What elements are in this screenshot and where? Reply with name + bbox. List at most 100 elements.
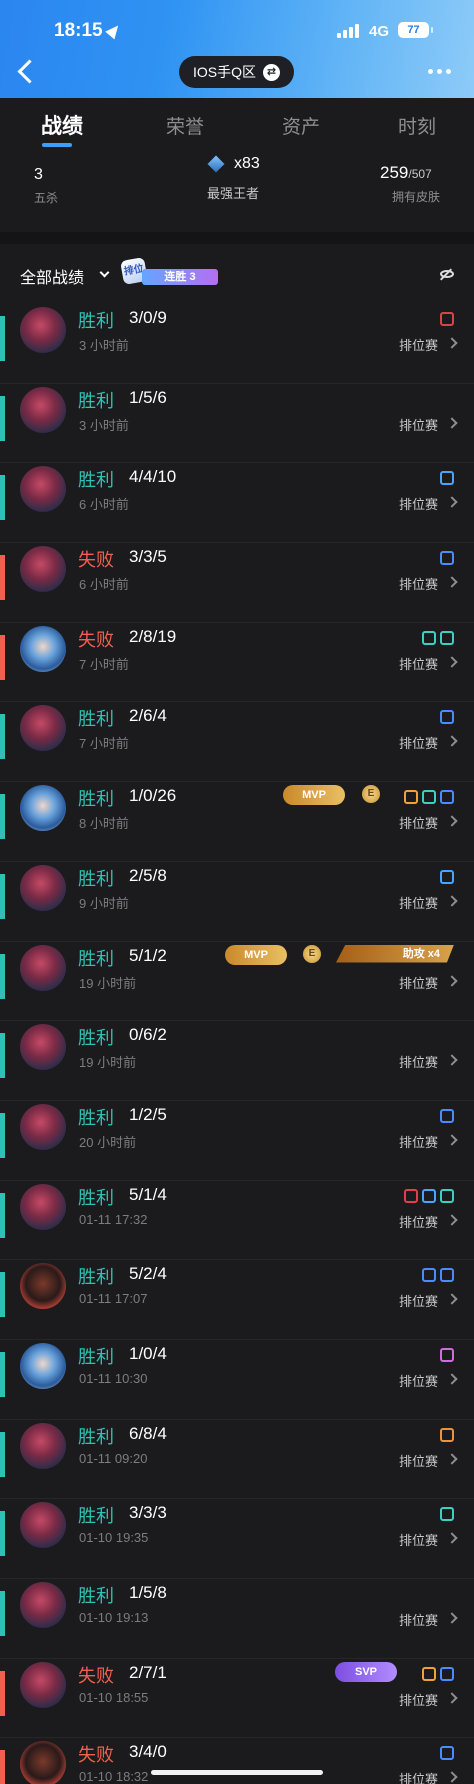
tab-moments[interactable]: 时刻 [398, 112, 436, 139]
hero-avatar [20, 785, 66, 832]
more-icon[interactable] [428, 69, 452, 75]
achievement-icons [422, 1265, 454, 1285]
match-row[interactable]: 胜利 5/1/2 19 小时前 排位赛 MVP E 助攻 x4 [0, 942, 474, 1022]
hero-avatar [20, 1502, 66, 1549]
match-time: 01-11 10:30 [79, 1370, 148, 1386]
achievement-icons [440, 1504, 454, 1524]
match-mode: 排位赛 [399, 736, 439, 752]
match-time: 01-10 19:13 [79, 1610, 149, 1625]
match-row[interactable]: 胜利 4/4/10 6 小时前 排位赛 [0, 463, 474, 544]
match-mode: 排位赛 [399, 1453, 439, 1469]
hero-avatar [20, 546, 66, 593]
match-row[interactable]: 胜利 3/3/3 01-10 19:35 排位赛 [0, 1499, 474, 1579]
match-mode: 排位赛 [399, 497, 439, 513]
hero-avatar [20, 1263, 66, 1310]
match-row[interactable]: 胜利 0/6/2 19 小时前 排位赛 [0, 1021, 474, 1101]
achievement-icons [440, 867, 454, 887]
chevron-right-icon [446, 1771, 458, 1784]
match-row[interactable]: 失败 2/7/1 01-10 18:55 排位赛 SVP [0, 1659, 474, 1739]
mvp-badge: MVP [283, 785, 345, 806]
match-row[interactable]: 失败 3/4/0 01-10 18:32 排位赛 [0, 1738, 474, 1784]
achievement-icon [422, 630, 436, 645]
result-indicator [0, 634, 5, 680]
match-row[interactable]: 胜利 1/0/26 8 小时前 排位赛 MVP E [0, 782, 474, 862]
achievement-icon [440, 630, 454, 645]
result-indicator [0, 1112, 5, 1158]
match-kda: 0/6/2 [129, 1025, 167, 1045]
hero-avatar [20, 307, 66, 353]
result-indicator [0, 1670, 5, 1716]
match-row[interactable]: 胜利 1/5/8 01-10 19:13 排位赛 [0, 1579, 474, 1659]
achievement-icon [440, 1746, 454, 1761]
skins-owned: 259/507 [380, 163, 432, 183]
match-time: 01-10 19:35 [79, 1530, 149, 1546]
match-time: 7 小时前 [79, 656, 129, 672]
match-kda: 2/5/8 [129, 865, 167, 885]
location-arrow-icon [105, 21, 123, 40]
match-time: 3 小时前 [79, 338, 129, 353]
match-mode: 排位赛 [399, 656, 439, 672]
match-list-header: 全部战绩 排位 连胜 3 [0, 244, 474, 304]
match-result: 胜利 [78, 868, 114, 889]
match-result: 失败 [78, 629, 114, 650]
match-row[interactable]: 胜利 5/2/4 01-11 17:07 排位赛 [0, 1260, 474, 1340]
hero-avatar [20, 625, 66, 672]
eye-hidden-icon[interactable] [440, 270, 454, 278]
skins-total: /507 [408, 167, 432, 181]
match-result: 胜利 [78, 1506, 114, 1527]
achievement-icon [404, 1188, 418, 1203]
match-mode: 排位赛 [399, 1772, 439, 1784]
achievement-icon [440, 790, 454, 805]
back-icon[interactable] [14, 58, 38, 86]
match-row[interactable]: 胜利 1/5/6 3 小时前 排位赛 [0, 384, 474, 464]
chevron-right-icon [446, 417, 458, 429]
match-row[interactable]: 胜利 6/8/4 01-11 09:20 排位赛 [0, 1420, 474, 1500]
chevron-right-icon [446, 1213, 458, 1226]
match-time: 19 小时前 [79, 975, 137, 991]
achievement-icons [422, 628, 454, 648]
match-row[interactable]: 胜利 3/0/9 3 小时前 排位赛 [0, 304, 474, 384]
swap-icon: ⇄ [263, 63, 280, 81]
match-result: 胜利 [78, 1028, 114, 1049]
match-row[interactable]: 胜利 1/2/5 20 小时前 排位赛 [0, 1101, 474, 1181]
result-indicator [0, 1591, 5, 1636]
match-kda: 5/1/2 [129, 945, 167, 965]
home-indicator [151, 1770, 323, 1775]
match-mode: 排位赛 [399, 577, 439, 593]
achievement-icons [440, 309, 454, 329]
match-kda: 2/8/19 [129, 626, 177, 646]
chevron-right-icon [446, 895, 458, 907]
pentakill-count: 3 [34, 166, 43, 183]
match-row[interactable]: 胜利 1/0/4 01-11 10:30 排位赛 [0, 1340, 474, 1420]
result-indicator [0, 1033, 5, 1079]
filter-dropdown[interactable]: 全部战绩 [20, 264, 84, 288]
match-time: 01-11 17:32 [79, 1211, 148, 1227]
match-row[interactable]: 胜利 5/1/4 01-11 17:32 排位赛 [0, 1181, 474, 1261]
tab-honor[interactable]: 荣誉 [166, 112, 204, 139]
region-switcher[interactable]: IOS手Q区 ⇄ [179, 56, 294, 88]
match-row[interactable]: 胜利 2/5/8 9 小时前 排位赛 [0, 862, 474, 942]
hero-avatar [20, 705, 66, 752]
chevron-right-icon [446, 337, 458, 349]
chevron-down-icon[interactable] [99, 267, 110, 278]
match-row[interactable]: 失败 2/8/19 7 小时前 排位赛 [0, 623, 474, 703]
achievement-icon [440, 1108, 454, 1123]
match-result: 失败 [78, 1745, 114, 1766]
match-mode: 排位赛 [399, 1533, 439, 1549]
chevron-right-icon [446, 815, 458, 827]
match-result: 胜利 [78, 1107, 114, 1128]
tab-record[interactable]: 战绩 [41, 110, 83, 140]
hero-avatar [20, 1024, 66, 1071]
summary-strip: 3 五杀 x83 最强王者 259/507 拥有皮肤 [0, 153, 474, 232]
match-time: 01-10 18:32 [79, 1769, 149, 1784]
coin-icon: E [362, 785, 380, 804]
tab-assets[interactable]: 资产 [282, 112, 320, 139]
network-type: 4G [369, 23, 390, 40]
match-kda: 1/0/26 [129, 786, 177, 806]
achievement-icon [440, 471, 454, 486]
match-row[interactable]: 失败 3/3/5 6 小时前 排位赛 [0, 543, 474, 623]
achievement-icons [440, 1106, 454, 1126]
status-time: 18:15 [54, 20, 103, 41]
match-row[interactable]: 胜利 2/6/4 7 小时前 排位赛 [0, 702, 474, 783]
chevron-right-icon [446, 735, 458, 748]
